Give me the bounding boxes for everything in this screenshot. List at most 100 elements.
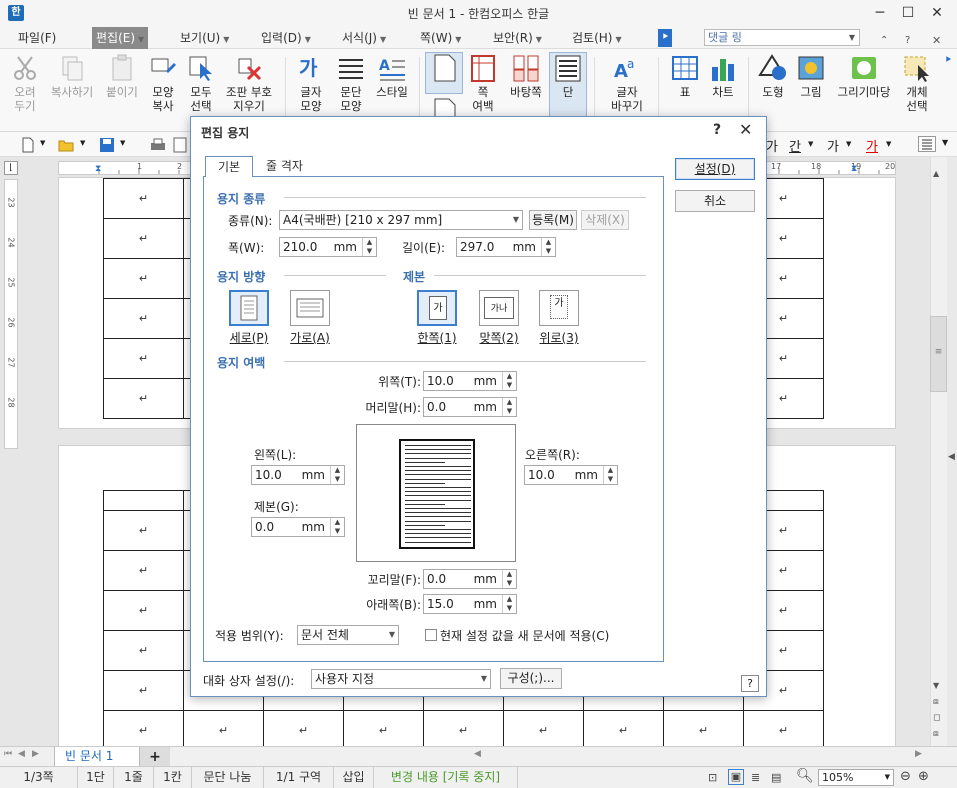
- menu-edit[interactable]: 편집(E) ▼: [92, 27, 149, 49]
- table-cell[interactable]: ↵: [343, 710, 424, 746]
- apply-scope-select[interactable]: 문서 전체 ▼: [297, 625, 399, 645]
- menu-view[interactable]: 보기(U) ▼: [176, 27, 233, 49]
- scroll-thumb[interactable]: ≡: [930, 316, 947, 392]
- zoom-in-icon[interactable]: ⊕: [918, 769, 929, 784]
- menu-review[interactable]: 검토(H) ▼: [568, 27, 626, 49]
- right-indent-marker-icon[interactable]: ⧗: [851, 164, 857, 174]
- tab-basic[interactable]: 기본: [205, 156, 254, 177]
- apply-new-doc-checkbox[interactable]: [425, 629, 437, 641]
- view-page-icon[interactable]: ▣: [728, 769, 744, 785]
- cancel-button[interactable]: 취소: [675, 190, 755, 212]
- spin-arrows-icon[interactable]: ▲ ▼: [362, 238, 376, 256]
- spin-arrows-icon[interactable]: ▲ ▼: [330, 518, 344, 536]
- object-select-button[interactable]: 개체 선택: [898, 53, 936, 113]
- font-color-button[interactable]: 가: [866, 136, 878, 155]
- preview-icon[interactable]: [172, 137, 188, 153]
- register-button[interactable]: 등록(M): [529, 210, 577, 230]
- table-cell[interactable]: ↵: [263, 710, 344, 746]
- new-doc-icon[interactable]: [20, 137, 36, 153]
- table-cell[interactable]: ↵: [103, 670, 184, 711]
- config-button[interactable]: 구성(;)...: [500, 668, 562, 689]
- tab-prev-icon[interactable]: ◀: [18, 749, 25, 759]
- table-cell[interactable]: ↵: [103, 630, 184, 671]
- format-copy-button[interactable]: 모양 복사: [145, 53, 181, 113]
- page-border-button[interactable]: 쪽 여백: [466, 53, 500, 113]
- spin-arrows-icon[interactable]: ▲ ▼: [502, 570, 516, 588]
- background-page-button[interactable]: 바탕쪽: [506, 53, 546, 99]
- table-cell[interactable]: ↵: [103, 218, 184, 259]
- para-shape-button[interactable]: 문단 모양: [334, 53, 368, 113]
- binding-one-side-option[interactable]: 가: [417, 290, 457, 326]
- chevron-down-icon[interactable]: ▼: [942, 138, 948, 147]
- table-button[interactable]: 표: [668, 53, 702, 99]
- ribbon-expand-icon[interactable]: ⯈: [944, 55, 952, 66]
- add-tab-button[interactable]: +: [140, 747, 170, 767]
- paper-kind-select[interactable]: A4(국배판) [210 x 297 mm] ▼: [279, 210, 523, 230]
- dialog-close-icon[interactable]: ✕: [739, 120, 752, 139]
- select-all-button[interactable]: 모두 선택: [184, 53, 218, 113]
- zoom-out-icon[interactable]: ⊖: [900, 769, 911, 784]
- table-cell[interactable]: ↵: [583, 710, 664, 746]
- paste-button[interactable]: 붙이기: [102, 53, 142, 99]
- page-setup-button[interactable]: [425, 52, 463, 94]
- print-icon[interactable]: [150, 137, 166, 151]
- dialog-setting-select[interactable]: 사용자 지정 ▼: [311, 669, 491, 689]
- change-char-button[interactable]: Aa 글자 바꾸기: [604, 53, 650, 113]
- footer-margin-input[interactable]: 0.0 mm ▲ ▼: [423, 569, 517, 589]
- open-folder-icon[interactable]: [58, 137, 74, 152]
- close-doc-icon[interactable]: ✕: [932, 34, 941, 47]
- table-cell[interactable]: ↵: [663, 710, 744, 746]
- next-page-icon[interactable]: ⧈: [933, 729, 939, 739]
- top-margin-input[interactable]: 10.0 mm ▲ ▼: [423, 371, 517, 391]
- scroll-down-icon[interactable]: ▼: [933, 681, 939, 690]
- table-cell[interactable]: ↵: [103, 510, 184, 551]
- indent-marker-icon[interactable]: ⧗: [95, 164, 101, 174]
- page-nav-icon[interactable]: ◻: [933, 713, 940, 723]
- chevron-down-icon[interactable]: ▼: [846, 140, 851, 148]
- style-button[interactable]: A 스타일: [372, 53, 412, 99]
- dialog-title-bar[interactable]: 편집 용지 ? ✕: [191, 117, 766, 145]
- table-cell[interactable]: ↵: [183, 710, 264, 746]
- help-icon[interactable]: ?: [905, 35, 910, 46]
- menu-more-icon[interactable]: ⯈: [658, 29, 672, 47]
- table-cell[interactable]: ↵: [103, 258, 184, 299]
- clear-format-button[interactable]: 조판 부호 지우기: [221, 53, 277, 113]
- char-style-button[interactable]: 가: [766, 136, 778, 155]
- strike-button[interactable]: 가: [827, 136, 839, 155]
- close-button[interactable]: ✕: [926, 3, 948, 23]
- chevron-down-icon[interactable]: ▼: [886, 140, 891, 148]
- status-track-changes[interactable]: 변경 내용 [기록 중지]: [374, 767, 518, 788]
- tab-doc-1[interactable]: 빈 문서 1: [54, 747, 140, 767]
- zoom-combo[interactable]: 105% ▼: [818, 769, 894, 786]
- panel-expand-icon[interactable]: ◀: [948, 452, 955, 462]
- chevron-down-icon[interactable]: ▼: [808, 140, 813, 148]
- prev-page-icon[interactable]: ⧈: [933, 697, 939, 707]
- menu-page[interactable]: 쪽(W) ▼: [416, 27, 465, 49]
- save-icon[interactable]: [99, 137, 115, 152]
- tab-type-icon[interactable]: ⌊: [4, 161, 18, 175]
- table-cell[interactable]: ↵: [503, 710, 584, 746]
- dialog-help-icon[interactable]: ?: [713, 122, 721, 138]
- table-cell[interactable]: ↵: [103, 710, 184, 746]
- ribbon-collapse-icon[interactable]: ⌃: [880, 35, 888, 46]
- table-cell[interactable]: ↵: [103, 298, 184, 339]
- chart-button[interactable]: 차트: [706, 53, 740, 99]
- status-page[interactable]: 1/3쪽: [0, 767, 78, 788]
- vertical-scrollbar[interactable]: ▲ ▼ ⧈ ◻ ⧈: [930, 157, 947, 746]
- maximize-button[interactable]: ☐: [897, 3, 919, 23]
- menu-file[interactable]: 파일(F): [14, 27, 60, 49]
- char-shape-button[interactable]: 가 글자 모양: [294, 53, 328, 113]
- table-cell[interactable]: ↵: [103, 590, 184, 631]
- table-cell[interactable]: ↵: [423, 710, 504, 746]
- menu-insert[interactable]: 입력(D) ▼: [257, 27, 315, 49]
- hscroll-right-icon[interactable]: ▶: [915, 749, 922, 759]
- draw-market-button[interactable]: 그리기마당: [832, 53, 896, 99]
- copy-button[interactable]: 복사하기: [46, 53, 98, 99]
- menu-security[interactable]: 보안(R) ▼: [489, 27, 546, 49]
- spin-arrows-icon[interactable]: ▲ ▼: [502, 372, 516, 390]
- vertical-ruler[interactable]: 23 24 25 26 27 28: [4, 179, 18, 449]
- table-cell[interactable]: [103, 490, 184, 511]
- set-button[interactable]: 설정(D): [675, 158, 755, 180]
- header-margin-input[interactable]: 0.0 mm ▲ ▼: [423, 397, 517, 417]
- comment-combo[interactable]: 댓글 링 ▼: [704, 29, 860, 46]
